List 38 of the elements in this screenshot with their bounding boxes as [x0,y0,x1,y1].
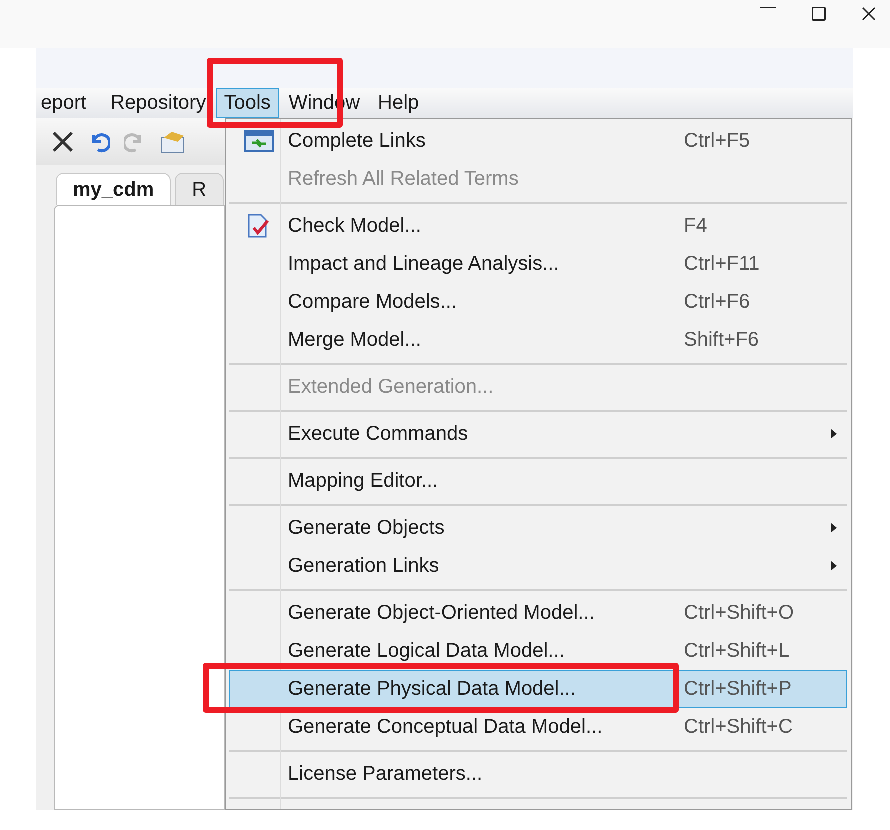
menu-item[interactable]: Generate Object-Oriented Model... Ctrl+Shift+O [229,594,847,632]
links-icon [244,130,274,152]
shortcut-text: Ctrl+Shift+L [684,639,790,664]
submenu-arrow-icon [830,522,838,534]
menu-item[interactable]: Mapping Editor... [229,462,847,500]
menu-item[interactable]: Impact and Lineage Analysis... Ctrl+F11 [229,245,847,283]
shortcut-text: Ctrl+Shift+O [684,601,794,626]
check-model-icon [246,213,272,239]
menu-item[interactable]: Generate Conceptual Data Model... Ctrl+Shift+C [229,708,847,746]
menu-bar-item[interactable]: Help [370,88,428,118]
menu-item[interactable]: Generate Logical Data Model... Ctrl+Shift+L [229,632,847,670]
document-tab[interactable]: R [175,173,224,205]
close-icon[interactable] [862,7,876,21]
menu-bar-item[interactable]: Repository [102,88,214,118]
shortcut-text: Ctrl+Shift+C [684,715,793,740]
menu-item[interactable]: Generate Objects [229,509,847,547]
shortcut-text: Shift+F6 [684,328,760,353]
menu-bar-item[interactable]: Tools [216,88,279,118]
submenu-arrow-icon [830,560,838,572]
menu-item[interactable]: License Parameters... [229,755,847,793]
menu-bar-item[interactable]: eport [36,88,95,118]
menu-item[interactable]: Execute Commands [229,415,847,453]
menu-item[interactable]: Generation Links [229,547,847,585]
maximize-icon[interactable] [812,7,826,21]
delete-icon[interactable] [52,130,74,152]
minimize-icon[interactable] [760,7,776,9]
menu-item[interactable]: Check Model... F4 [229,207,847,245]
document-tab[interactable]: my_cdm [56,173,172,205]
menu-item[interactable]: Complete Links Ctrl+F5 [229,122,847,160]
shortcut-text: Ctrl+Shift+P [684,677,792,702]
menu-item[interactable]: Merge Model... Shift+F6 [229,321,847,359]
submenu-arrow-icon [830,428,838,440]
shortcut-text: Ctrl+F5 [684,129,750,154]
shortcut-text: Ctrl+F11 [684,252,760,277]
shortcut-text: F4 [684,214,708,239]
shortcut-text: Ctrl+F6 [684,290,750,315]
menu-item[interactable]: Generate Physical Data Model... Ctrl+Shift+P [229,670,847,708]
menu-item[interactable]: Compare Models... Ctrl+F6 [229,283,847,321]
